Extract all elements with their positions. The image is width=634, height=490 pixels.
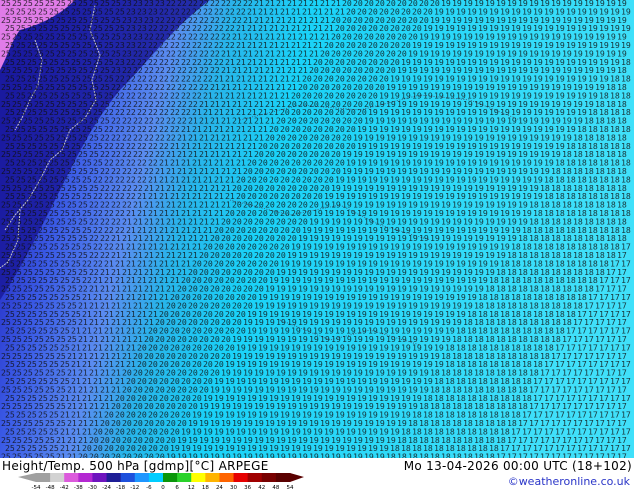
colorbar-tick-label: -54 (32, 485, 41, 490)
map-view: 25 25 25 25 25 25 25 25 25 25 25 23 23 23 23 22 22 22 22 22… (0, 0, 634, 490)
colorbar-swatch (148, 473, 164, 482)
colorbar-tick-label: 36 (244, 485, 251, 490)
colorbar-tick-label: -6 (146, 485, 152, 490)
colorbar-swatch (191, 473, 206, 482)
colorbar-tick-label: -12 (130, 485, 139, 490)
colorbar-tick-label: -18 (116, 485, 125, 490)
colorbar-swatch (36, 473, 51, 482)
colorbar-swatch (92, 473, 108, 482)
colorbar-swatch (78, 473, 93, 482)
weather-map: 25 25 25 25 25 25 25 25 25 25 25 23 23 23 23 22 22 22 22 22… (0, 0, 634, 458)
colorbar-swatch (50, 473, 65, 482)
colorbar-tick-label: 6 (175, 485, 179, 490)
colorbar-swatch (163, 473, 178, 482)
colorbar-tick-label: 30 (230, 485, 237, 490)
colorbar-swatch (177, 473, 192, 482)
colorbar-swatch (219, 473, 235, 482)
colorbar-tick-label: 18 (202, 485, 209, 490)
contour-labels: 25 25 25 25 25 25 25 25 25 25 25 23 23 23 23 22 22 22 22 22… (1, 0, 631, 458)
colorbar-tick-label: 54 (287, 485, 294, 490)
colorbar-tick-label: -24 (102, 485, 111, 490)
colorbar-swatch (120, 473, 136, 482)
colorbar-tick-label: -48 (46, 485, 55, 490)
product-title: Height/Temp. 500 hPa [gdmp][°C] ARPEGE (2, 459, 269, 473)
color-scale-bar: -54 -48 -42 -38 -30 -24 -18 -12 -6 0 6 12 18 24 30 36 42… (18, 473, 304, 490)
colorbar-tick-label: 24 (216, 485, 223, 490)
valid-time: Mo 13-04-2026 00:00 UTC (18+102) (404, 459, 632, 473)
colorbar-swatch (64, 473, 79, 482)
colorbar-swatch (247, 473, 263, 482)
colorbar-swatch (106, 473, 122, 482)
colorbar-swatch (205, 473, 220, 482)
colorbar-swatch (233, 473, 249, 482)
colorbar-tick-label: -38 (74, 485, 83, 490)
site-credit: ©weatheronline.co.uk (508, 475, 630, 488)
colorbar-tick-label: 42 (258, 485, 265, 490)
colorbar-arrow-right (290, 473, 304, 482)
colorbar-tick-label: 12 (188, 485, 195, 490)
colorbar-swatch (261, 473, 277, 482)
colorbar-tick-label: 0 (161, 485, 165, 490)
colorbar-swatch (275, 473, 291, 482)
map-footer: Height/Temp. 500 hPa [gdmp][°C] ARPEGE M… (0, 458, 634, 490)
colorbar-arrow-left (18, 473, 36, 482)
colorbar-tick-label: 48 (272, 485, 279, 490)
colorbar-tick-label: -30 (88, 485, 97, 490)
colorbar-tick-label: -42 (60, 485, 69, 490)
colorbar-swatch (134, 473, 150, 482)
